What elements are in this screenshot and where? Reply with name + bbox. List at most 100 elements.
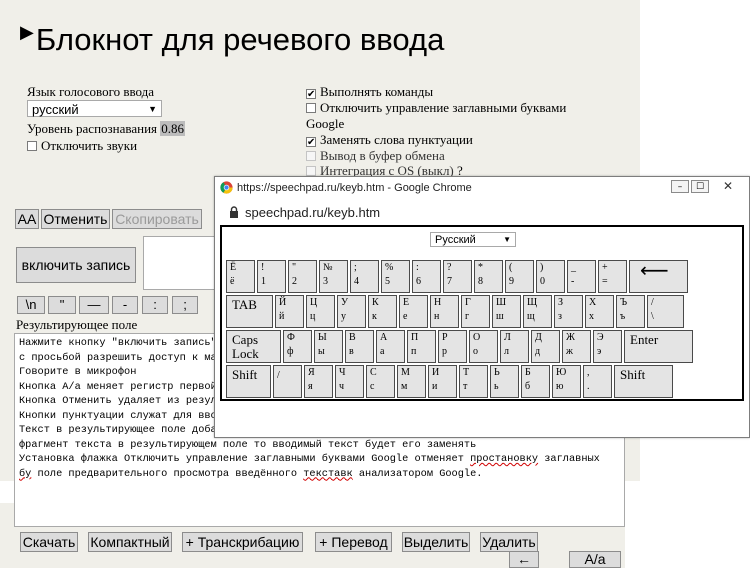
key-char[interactable]: Фф: [283, 330, 312, 363]
key-char[interactable]: Лл: [500, 330, 529, 363]
select-button[interactable]: Выделить: [402, 532, 470, 552]
key-char[interactable]: Ээ: [593, 330, 622, 363]
key-char[interactable]: Нн: [430, 295, 459, 328]
clipboard-option[interactable]: Вывод в буфер обмена: [306, 148, 445, 164]
mute-sounds-checkbox[interactable]: [27, 141, 37, 151]
backspace-key[interactable]: ⟵: [629, 260, 688, 293]
compact-button[interactable]: Компактный: [88, 532, 172, 552]
os-integration-checkbox[interactable]: [306, 166, 316, 176]
key-char[interactable]: Пп: [407, 330, 436, 363]
quote-button[interactable]: ": [48, 296, 76, 314]
key-char[interactable]: Ыы: [314, 330, 343, 363]
translate-button[interactable]: + Перевод: [315, 532, 392, 552]
key-char[interactable]: * 8: [474, 260, 503, 293]
key-char[interactable]: Тт: [459, 365, 488, 398]
key-char[interactable]: :6: [412, 260, 441, 293]
disable-caps-checkbox[interactable]: [306, 103, 316, 113]
replace-punct-checkbox[interactable]: ✔: [306, 137, 316, 148]
key-char[interactable]: Оо: [469, 330, 498, 363]
key-char[interactable]: (9: [505, 260, 534, 293]
key-char[interactable]: Кк: [368, 295, 397, 328]
key-char[interactable]: Ее: [399, 295, 428, 328]
close-button[interactable]: ✕: [713, 179, 743, 194]
hyphen-button[interactable]: -: [112, 296, 138, 314]
key-char[interactable]: Жж: [562, 330, 591, 363]
exec-commands-option[interactable]: ✔ Выполнять команды: [306, 84, 433, 100]
key-char[interactable]: + =: [598, 260, 627, 293]
key-char[interactable]: Шш: [492, 295, 521, 328]
result-line-segment: заглавных: [538, 453, 600, 465]
key-char[interactable]: Рр: [438, 330, 467, 363]
key-label-top: Enter: [630, 332, 659, 347]
key-char[interactable]: Уу: [337, 295, 366, 328]
key-char[interactable]: № 3: [319, 260, 348, 293]
key-char[interactable]: Вв: [345, 330, 374, 363]
key-char[interactable]: Йй: [275, 295, 304, 328]
key-char[interactable]: ,.: [583, 365, 612, 398]
key-char[interactable]: Щщ: [523, 295, 552, 328]
key-char[interactable]: Ъъ: [616, 295, 645, 328]
transcription-button[interactable]: + Транскрибацию: [182, 532, 303, 552]
key-caps[interactable]: Caps Lock: [226, 330, 281, 363]
download-button[interactable]: Скачать: [20, 532, 78, 552]
record-button[interactable]: включить запись: [16, 247, 136, 283]
language-select[interactable]: русский ▼: [27, 100, 162, 117]
key-char[interactable]: Дд: [531, 330, 560, 363]
undo-button[interactable]: Отменить: [41, 209, 110, 229]
key-char[interactable]: Бб: [521, 365, 550, 398]
key-char[interactable]: Ёё: [226, 260, 255, 293]
semicolon-button[interactable]: ;: [172, 296, 198, 314]
key-char[interactable]: % 5: [381, 260, 410, 293]
copy-button[interactable]: Скопировать: [112, 209, 202, 229]
key-enter[interactable]: Enter: [624, 330, 693, 363]
maximize-button[interactable]: ☐: [691, 180, 709, 193]
keyboard-language-select[interactable]: Русский ▼: [430, 232, 516, 247]
key-char[interactable]: Гг: [461, 295, 490, 328]
disable-caps-option[interactable]: Отключить управление заглавными буквами: [306, 100, 566, 116]
key-label-top: К: [372, 297, 379, 308]
key-char[interactable]: Цц: [306, 295, 335, 328]
dash-button[interactable]: —: [79, 296, 109, 314]
key-char[interactable]: Яя: [304, 365, 333, 398]
key-tab[interactable]: TAB: [226, 295, 273, 328]
key-char[interactable]: Юю: [552, 365, 581, 398]
key-char[interactable]: Чч: [335, 365, 364, 398]
key-label-top: Ё: [230, 262, 237, 273]
delete-button[interactable]: Удалить: [480, 532, 538, 552]
key-char[interactable]: Ии: [428, 365, 457, 398]
key-char[interactable]: _ -: [567, 260, 596, 293]
language-label: Язык голосового ввода: [27, 84, 155, 99]
replace-punct-option[interactable]: ✔ Заменять слова пунктуации: [306, 132, 473, 148]
preview-field[interactable]: [143, 236, 223, 290]
key-label-bottom: д: [535, 346, 541, 357]
case-toggle-button[interactable]: AA: [15, 209, 39, 229]
key-char[interactable]: ) 0: [536, 260, 565, 293]
mute-sounds-option[interactable]: Отключить звуки: [27, 138, 137, 154]
key-char[interactable]: Хх: [585, 295, 614, 328]
key-char[interactable]: / \: [647, 295, 684, 328]
key-char[interactable]: ; 4: [350, 260, 379, 293]
key-char[interactable]: Мм: [397, 365, 426, 398]
key-char[interactable]: Ьь: [490, 365, 519, 398]
newline-button[interactable]: \n: [17, 296, 45, 314]
minimize-button[interactable]: –: [671, 180, 689, 193]
exec-commands-checkbox[interactable]: ✔: [306, 89, 316, 100]
backspace-button[interactable]: ←: [509, 551, 539, 568]
clipboard-checkbox[interactable]: [306, 151, 316, 161]
key-shift[interactable]: Shift: [226, 365, 271, 398]
key-char[interactable]: Аа: [376, 330, 405, 363]
key-char[interactable]: Зз: [554, 295, 583, 328]
key-char[interactable]: ? 7: [443, 260, 472, 293]
key-char[interactable]: ! 1: [257, 260, 286, 293]
colon-button[interactable]: :: [142, 296, 168, 314]
popup-title-text: https://speechpad.ru/keyb.htm - Google C…: [237, 182, 472, 194]
key-shift[interactable]: Shift: [614, 365, 673, 398]
key-char[interactable]: Сс: [366, 365, 395, 398]
case-button[interactable]: А/а: [569, 551, 621, 568]
key-label-bottom: м: [401, 381, 408, 392]
key-label-top: №: [323, 262, 333, 273]
collapse-triangle-icon[interactable]: ▶: [20, 22, 34, 42]
key-char[interactable]: /: [273, 365, 302, 398]
key-char[interactable]: " 2: [288, 260, 317, 293]
address-bar[interactable]: speechpad.ru/keyb.htm: [215, 199, 749, 225]
